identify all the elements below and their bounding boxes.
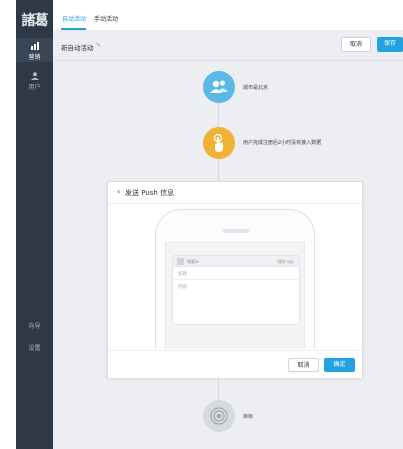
flow-node-label: 城市是北京 [243,85,269,91]
flow-node-label: 用户完成注册后2小时没有接入数据 [243,140,322,146]
phone-screen: 诸葛io 刚刚 ago 标题 内容 [165,242,305,349]
sidebar-item-users[interactable]: 用户 [16,68,53,92]
sidebar-item-label: 向导 [28,323,41,330]
sidebar-item-label: 设置 [28,345,41,352]
push-time: 刚刚 ago [277,259,294,264]
flow-node-goal[interactable] [203,400,235,432]
touch-icon [213,133,223,152]
dialog-header: ‹ 发送 Push 信息 [108,182,362,204]
dialog-body: 诸葛io 刚刚 ago 标题 内容 [108,205,362,349]
user-icon [30,72,39,80]
dialog-cancel-button[interactable]: 取消 [288,358,319,372]
dialog-confirm-button[interactable]: 确定 [324,358,355,372]
flow-connector [218,103,219,127]
push-content-field[interactable]: 内容 [173,281,299,301]
push-card-header: 诸葛io 刚刚 ago [173,256,299,267]
phone-speaker [223,229,249,233]
push-message-dialog: ‹ 发送 Push 信息 诸葛io 刚刚 ago 标题 内容 取消 确定 [107,181,363,378]
flow-connector [218,378,219,400]
flow-node-label: 目标 [243,414,254,420]
push-title-placeholder: 标题 [178,272,187,277]
dialog-footer: 取消 确定 [108,350,362,378]
sidebar-item-label: 营销 [28,54,41,61]
users-icon [210,80,228,93]
push-content-placeholder: 内容 [178,285,187,290]
active-tab-indicator [61,28,86,30]
sidebar: 諸葛 营销 用户 向导 设置 [16,0,53,449]
back-chevron-icon[interactable]: ‹ [117,187,120,196]
target-icon [210,407,228,425]
sidebar-item-marketing[interactable]: 营销 [16,38,53,62]
brand-logo: 諸葛 [21,13,49,29]
tab-auto-activity[interactable]: 自动活动 [62,14,86,23]
phone-preview: 诸葛io 刚刚 ago 标题 内容 [155,209,315,349]
cancel-button[interactable]: 取消 [341,37,371,52]
sidebar-item-settings[interactable]: 设置 [16,343,53,355]
save-button[interactable]: 保存 [377,37,403,52]
sidebar-item-label: 用户 [28,84,41,91]
push-app-name: 诸葛io [187,259,199,264]
sidebar-item-guide[interactable]: 向导 [16,321,53,333]
push-title-field[interactable]: 标题 [173,268,299,280]
activity-name[interactable]: 新自动活动 [61,42,94,52]
edit-pencil-icon[interactable]: ✎ [96,42,101,49]
bar-chart-icon [30,42,39,50]
flow-node-city-condition[interactable] [203,71,235,103]
tab-manual-activity[interactable]: 手动活动 [94,14,118,23]
flow-node-event-condition[interactable] [203,127,235,159]
app-icon [177,258,184,265]
flow-connector [218,159,219,182]
dialog-title: 发送 Push 信息 [125,189,175,197]
push-notification-card: 诸葛io 刚刚 ago 标题 内容 [172,255,300,325]
